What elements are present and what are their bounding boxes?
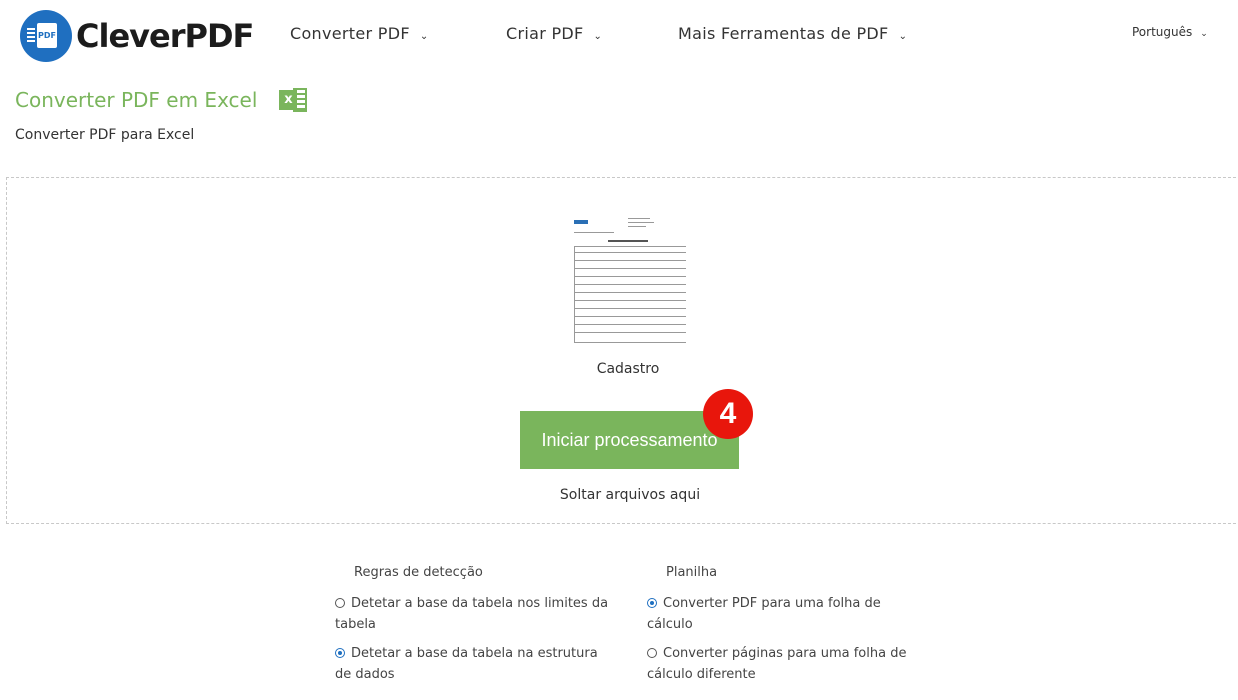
page-subtitle: Converter PDF para Excel <box>15 127 195 143</box>
step-badge: 4 <box>703 389 753 439</box>
nav-criar-pdf[interactable]: Criar PDF ⌄ <box>506 24 602 43</box>
logo[interactable]: PDF CleverPDF <box>20 10 254 62</box>
option-label: Detetar a base da tabela na estrutura de… <box>335 646 598 682</box>
option-label: Converter PDF para uma folha de cálculo <box>647 596 881 632</box>
logo-text: CleverPDF <box>76 17 254 55</box>
language-label: Português <box>1132 25 1193 39</box>
cleverpdf-logo-icon: PDF <box>20 10 72 62</box>
detection-option-table-limits[interactable]: Detetar a base da tabela nos limites da … <box>335 593 615 635</box>
option-label: Detetar a base da tabela nos limites da … <box>335 596 609 632</box>
excel-icon: x <box>279 88 308 112</box>
page-title-text: Converter PDF em Excel <box>15 88 258 112</box>
chevron-down-icon: ⌄ <box>1200 29 1208 39</box>
spreadsheet-heading: Planilha <box>666 565 718 580</box>
chevron-down-icon: ⌄ <box>898 31 908 42</box>
nav-label: Converter PDF <box>290 24 410 43</box>
radio-icon[interactable] <box>335 598 345 608</box>
nav-label: Mais Ferramentas de PDF <box>678 24 889 43</box>
nav-mais-ferramentas[interactable]: Mais Ferramentas de PDF ⌄ <box>678 24 907 43</box>
header: PDF CleverPDF Converter PDF ⌄ Criar PDF ⌄ … <box>0 0 1238 70</box>
drop-hint: Soltar arquivos aqui <box>559 487 701 503</box>
radio-icon[interactable] <box>647 648 657 658</box>
spreadsheet-option-single-sheet[interactable]: Converter PDF para uma folha de cálculo <box>647 593 927 635</box>
pdf-thumbnail[interactable] <box>568 212 688 348</box>
nav-converter-pdf[interactable]: Converter PDF ⌄ <box>290 24 429 43</box>
option-label: Converter páginas para uma folha de cálc… <box>647 646 907 682</box>
language-selector[interactable]: Português ⌄ <box>1132 25 1208 39</box>
radio-selected-icon[interactable] <box>335 648 345 658</box>
chevron-down-icon: ⌄ <box>593 31 603 42</box>
detection-rules-heading: Regras de detecção <box>354 565 483 580</box>
detection-option-data-structure[interactable]: Detetar a base da tabela na estrutura de… <box>335 643 615 685</box>
file-name: Cadastro <box>596 361 660 377</box>
nav-label: Criar PDF <box>506 24 584 43</box>
spreadsheet-option-separate-sheets[interactable]: Converter páginas para uma folha de cálc… <box>647 643 927 685</box>
chevron-down-icon: ⌄ <box>419 31 429 42</box>
radio-selected-icon[interactable] <box>647 598 657 608</box>
page-title: Converter PDF em Excel x <box>15 88 308 112</box>
